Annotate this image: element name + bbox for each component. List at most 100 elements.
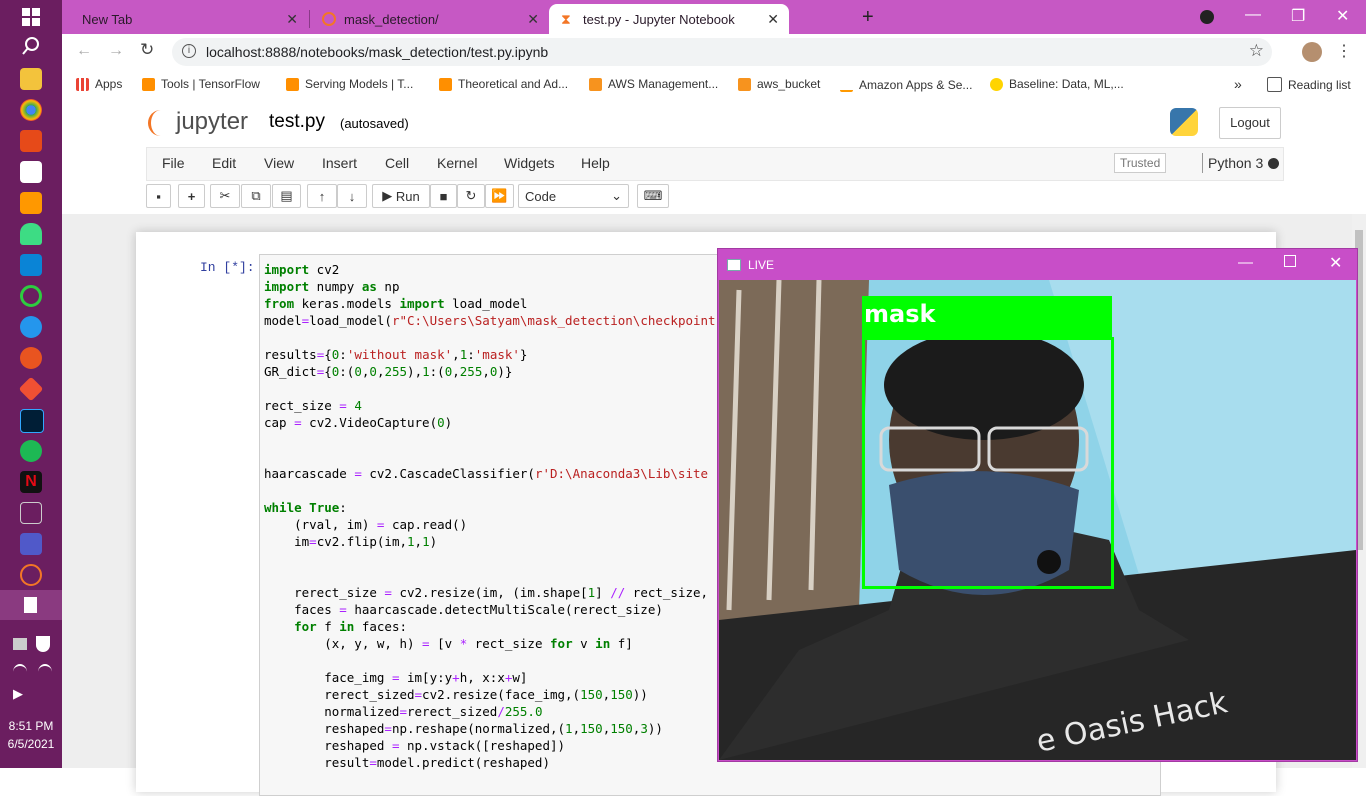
avatar[interactable] — [1302, 42, 1322, 62]
bookmark-baseline[interactable]: Baseline: Data, ML,... — [990, 77, 1124, 91]
wifi-icon[interactable] — [38, 664, 52, 680]
aws-icon — [589, 77, 602, 91]
menu-widgets[interactable]: Widgets — [504, 155, 555, 171]
mask-label-box: mask — [862, 296, 1112, 338]
paste-button[interactable]: ▤ — [272, 184, 301, 208]
interrupt-button[interactable]: ■ — [430, 184, 457, 208]
copy-button[interactable]: ⧉ — [241, 184, 271, 208]
live-window[interactable]: LIVE — ✕ e Oasis Hack mask — [717, 248, 1358, 762]
teams-icon[interactable] — [20, 533, 42, 555]
jupyter-logo-text[interactable]: jupyter — [176, 108, 248, 136]
back-icon[interactable]: ← — [76, 42, 92, 60]
aws-icon — [738, 77, 751, 91]
more-icon[interactable]: ⋮ — [1336, 41, 1352, 61]
menu-view[interactable]: View — [264, 155, 294, 171]
bookmark-label: Amazon Apps & Se... — [859, 77, 973, 92]
netflix-icon[interactable]: N — [20, 471, 42, 493]
spotify-icon[interactable] — [20, 440, 42, 462]
bookmark-apps[interactable]: Apps — [76, 77, 122, 91]
info-icon[interactable]: i — [182, 44, 196, 58]
menu-kernel[interactable]: Kernel — [437, 155, 477, 171]
reading-list[interactable]: Reading list — [1267, 77, 1351, 92]
cell-type-select[interactable]: Code ⌄ — [518, 184, 629, 208]
security-icon[interactable] — [36, 636, 50, 652]
bookmark-amazon[interactable]: Amazon Apps & Se... — [840, 77, 972, 92]
vscode-icon[interactable] — [20, 254, 42, 276]
command-palette-button[interactable]: ⌨ — [637, 184, 669, 208]
photos-icon[interactable] — [13, 638, 27, 650]
menu-help[interactable]: Help — [581, 155, 610, 171]
android-icon[interactable] — [20, 223, 42, 245]
clock-time[interactable]: 8:51 PM — [0, 719, 62, 733]
close-icon[interactable]: ✕ — [527, 11, 539, 28]
restart-button[interactable]: ↻ — [457, 184, 485, 208]
new-tab-button[interactable]: + — [862, 6, 874, 29]
restore-icon[interactable]: ❐ — [1291, 6, 1305, 26]
notebook-name[interactable]: test.py — [269, 111, 325, 133]
cut-button[interactable]: ✂ — [210, 184, 240, 208]
run-button[interactable]: ▶ Run — [372, 184, 430, 208]
baseline-icon — [990, 77, 1003, 91]
tab-search-icon[interactable] — [1200, 10, 1214, 24]
jupyter-logo-icon[interactable] — [148, 110, 173, 136]
forward-icon[interactable]: → — [108, 42, 124, 60]
bookmark-tensorflow[interactable]: Tools | TensorFlow — [142, 77, 260, 91]
cell-type-value: Code — [525, 188, 557, 204]
logout-button[interactable]: Logout — [1219, 107, 1281, 139]
ubuntu-icon[interactable] — [20, 347, 42, 369]
menu-edit[interactable]: Edit — [212, 155, 236, 171]
sublime-icon[interactable] — [20, 192, 42, 214]
bookmark-serving[interactable]: Serving Models | T... — [286, 77, 413, 91]
tab-mask-detection[interactable]: mask_detection/ ✕ — [310, 4, 549, 34]
omnibox[interactable]: i localhost:8888/notebooks/mask_detectio… — [172, 38, 1272, 66]
reading-list-label: Reading list — [1288, 77, 1351, 92]
notepad-icon[interactable] — [0, 590, 62, 620]
bookmark-aws-bucket[interactable]: aws_bucket — [738, 77, 820, 91]
insert-cell-button[interactable]: + — [178, 184, 205, 208]
bookmark-aws[interactable]: AWS Management... — [589, 77, 718, 91]
live-maximize-icon[interactable] — [1284, 255, 1296, 267]
network-icon[interactable] — [13, 664, 27, 680]
reload-icon[interactable]: ↻ — [140, 40, 154, 60]
live-window-icon — [727, 259, 741, 271]
url-text[interactable]: localhost:8888/notebooks/mask_detection/… — [206, 44, 548, 60]
trusted-badge[interactable]: Trusted — [1114, 153, 1167, 173]
start-icon[interactable] — [22, 8, 40, 26]
move-down-button[interactable]: ↓ — [337, 184, 367, 208]
minimize-icon[interactable]: — — [1245, 6, 1261, 24]
tab-test-py[interactable]: ⧗ test.py - Jupyter Notebook ✕ — [549, 4, 789, 34]
code-text[interactable]: import cv2 import numpy as np from keras… — [264, 261, 716, 771]
restart-run-all-button[interactable]: ⏩ — [485, 184, 514, 208]
live-close-icon[interactable]: ✕ — [1329, 253, 1342, 273]
search-icon[interactable] — [22, 37, 40, 60]
docker-icon[interactable] — [20, 316, 42, 338]
save-button[interactable]: ▪ — [146, 184, 171, 208]
menu-insert[interactable]: Insert — [322, 155, 357, 171]
photoshop-icon[interactable] — [20, 409, 44, 433]
close-icon[interactable]: ✕ — [767, 11, 779, 28]
volume-icon[interactable]: ▶ — [13, 686, 29, 701]
git-icon[interactable] — [18, 376, 44, 402]
menu-cell[interactable]: Cell — [385, 155, 409, 171]
bookmark-theoretical[interactable]: Theoretical and Ad... — [439, 77, 568, 91]
menu-file[interactable]: File — [162, 155, 185, 171]
circle-icon[interactable] — [20, 285, 42, 307]
more-bookmarks-icon[interactable]: » — [1234, 76, 1242, 92]
prime-video-icon[interactable] — [20, 502, 42, 524]
tab-new-tab[interactable]: New Tab ✕ — [62, 4, 308, 34]
jupyter-icon[interactable] — [20, 564, 42, 586]
office-icon[interactable] — [20, 130, 42, 152]
chrome-icon[interactable] — [20, 99, 42, 121]
live-minimize-icon[interactable]: — — [1238, 254, 1253, 271]
move-up-button[interactable]: ↑ — [307, 184, 337, 208]
file-explorer-icon[interactable] — [20, 68, 42, 90]
close-icon[interactable]: ✕ — [286, 11, 298, 28]
tensorflow-icon — [439, 77, 452, 91]
amazon-icon — [840, 77, 853, 92]
clock-date[interactable]: 6/5/2021 — [0, 737, 62, 751]
window-close-icon[interactable]: ✕ — [1336, 6, 1349, 26]
webcam-feed: e Oasis Hack mask — [719, 280, 1356, 760]
face-bounding-box — [862, 337, 1114, 589]
bookmark-star-icon[interactable]: ☆ — [1249, 41, 1264, 61]
code-icon[interactable] — [20, 161, 42, 183]
